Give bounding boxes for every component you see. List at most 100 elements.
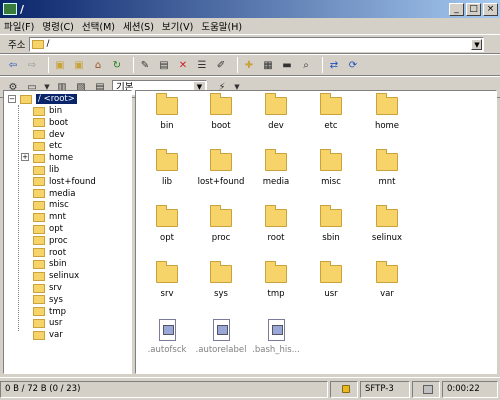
- folder-item[interactable]: selinux: [358, 205, 416, 243]
- tree-item-label: usr: [49, 318, 63, 329]
- tree-item[interactable]: misc: [33, 199, 69, 211]
- folder-icon: [320, 205, 342, 227]
- folder-item[interactable]: bin: [138, 93, 196, 131]
- tree-item[interactable]: dev: [33, 129, 65, 141]
- rename-icon[interactable]: ✐: [214, 58, 228, 72]
- directory-tree[interactable]: − / <root> + bin boot dev etc home lib lost+fo…: [3, 90, 132, 374]
- root-folder-icon[interactable]: ▣: [72, 58, 86, 72]
- folder-item[interactable]: media: [247, 149, 305, 187]
- folder-icon: [33, 330, 45, 340]
- sync-icon[interactable]: ⇄: [327, 58, 341, 72]
- terminal-icon[interactable]: ▬: [280, 58, 294, 72]
- menu-session[interactable]: 세션(S): [123, 19, 154, 33]
- delete-icon[interactable]: ✕: [176, 58, 190, 72]
- folder-item[interactable]: lost+found: [192, 149, 250, 187]
- tree-item[interactable]: usr: [33, 317, 62, 329]
- bookmark-icon[interactable]: ▦: [261, 58, 275, 72]
- address-bar: 주소 / ▼: [0, 34, 500, 54]
- tree-item[interactable]: opt: [33, 223, 63, 235]
- folder-icon: [33, 200, 45, 210]
- forward-icon[interactable]: ⇨: [25, 58, 39, 72]
- folder-item[interactable]: root: [247, 205, 305, 243]
- folder-item[interactable]: opt: [138, 205, 196, 243]
- tree-item[interactable]: sys: [33, 294, 63, 306]
- open-icon[interactable]: ▤: [157, 58, 171, 72]
- tree-item[interactable]: root: [33, 247, 66, 259]
- expand-home-icon[interactable]: +: [21, 153, 29, 161]
- menu-help[interactable]: 도움말(H): [201, 19, 242, 33]
- protocol-status: SFTP-3: [360, 380, 410, 398]
- tree-item[interactable]: var: [33, 329, 63, 341]
- tree-item-label: lost+found: [49, 176, 96, 187]
- folder-icon: [320, 261, 342, 283]
- folder-item[interactable]: srv: [138, 261, 196, 299]
- close-button[interactable]: ×: [483, 2, 498, 16]
- tree-item[interactable]: etc: [33, 140, 62, 152]
- tree-item[interactable]: selinux: [33, 270, 79, 282]
- minimize-button[interactable]: _: [449, 2, 464, 16]
- tree-item[interactable]: tmp: [33, 306, 66, 318]
- collapse-root-icon[interactable]: −: [8, 95, 16, 103]
- tree-item[interactable]: proc: [33, 235, 68, 247]
- tree-item[interactable]: lib: [33, 164, 59, 176]
- folder-item[interactable]: mnt: [358, 149, 416, 187]
- folder-item[interactable]: usr: [302, 261, 360, 299]
- folder-item[interactable]: home: [358, 93, 416, 131]
- file-item[interactable]: .autorelabel: [192, 319, 250, 355]
- tree-item[interactable]: sbin: [33, 258, 67, 270]
- elapsed-time: 0:00:22: [442, 380, 498, 398]
- folder-item[interactable]: var: [358, 261, 416, 299]
- folder-icon: [320, 93, 342, 115]
- folder-icon: [33, 189, 45, 199]
- folder-item[interactable]: misc: [302, 149, 360, 187]
- new-folder-icon[interactable]: ✚: [242, 58, 256, 72]
- folder-icon: [156, 205, 178, 227]
- file-item[interactable]: .bash_his...: [247, 319, 305, 355]
- folder-icon: [210, 205, 232, 227]
- folder-icon: [265, 93, 287, 115]
- folder-label: etc: [324, 121, 338, 131]
- menu-commands[interactable]: 명령(C): [42, 19, 74, 33]
- tree-item[interactable]: media: [33, 188, 75, 200]
- tree-item[interactable]: lost+found: [33, 176, 96, 188]
- toolbar-divider: [322, 57, 323, 73]
- folder-item[interactable]: sys: [192, 261, 250, 299]
- back-icon[interactable]: ⇦: [6, 58, 20, 72]
- parent-folder-icon[interactable]: ▣: [53, 58, 67, 72]
- maximize-button[interactable]: □: [466, 2, 481, 16]
- folder-item[interactable]: sbin: [302, 205, 360, 243]
- file-label: .autorelabel: [195, 345, 247, 355]
- home-icon[interactable]: ⌂: [91, 58, 105, 72]
- toolbar-divider: [133, 57, 134, 73]
- tree-root[interactable]: / <root>: [20, 93, 77, 105]
- tree-item[interactable]: home: [33, 152, 73, 164]
- menu-view[interactable]: 보기(V): [162, 19, 193, 33]
- tree-item[interactable]: srv: [33, 282, 62, 294]
- folder-item[interactable]: boot: [192, 93, 250, 131]
- file-item[interactable]: .autofsck: [138, 319, 196, 355]
- properties-icon[interactable]: ☰: [195, 58, 209, 72]
- tree-item[interactable]: bin: [33, 105, 62, 117]
- edit-icon[interactable]: ✎: [138, 58, 152, 72]
- folder-icon: [156, 149, 178, 171]
- tree-item[interactable]: mnt: [33, 211, 66, 223]
- folder-item[interactable]: etc: [302, 93, 360, 131]
- synchronize-browse-icon[interactable]: ⟳: [346, 58, 360, 72]
- tree-item[interactable]: boot: [33, 117, 68, 129]
- address-dropdown-button[interactable]: ▼: [471, 38, 483, 50]
- folder-icon: [320, 149, 342, 171]
- file-list[interactable]: bin boot dev etc home lib lost+found media misc m…: [135, 90, 497, 374]
- refresh-icon[interactable]: ↻: [110, 58, 124, 72]
- folder-icon: [33, 141, 45, 151]
- file-label: .bash_his...: [252, 345, 300, 355]
- address-input[interactable]: / ▼: [29, 36, 485, 52]
- folder-item[interactable]: tmp: [247, 261, 305, 299]
- menu-mark[interactable]: 선택(M): [82, 19, 115, 33]
- folder-item[interactable]: proc: [192, 205, 250, 243]
- menu-file[interactable]: 파일(F): [4, 19, 34, 33]
- folder-item[interactable]: dev: [247, 93, 305, 131]
- folder-label: srv: [160, 289, 174, 299]
- toolbar-divider: [237, 57, 238, 73]
- find-icon[interactable]: ⌕: [299, 58, 313, 72]
- folder-item[interactable]: lib: [138, 149, 196, 187]
